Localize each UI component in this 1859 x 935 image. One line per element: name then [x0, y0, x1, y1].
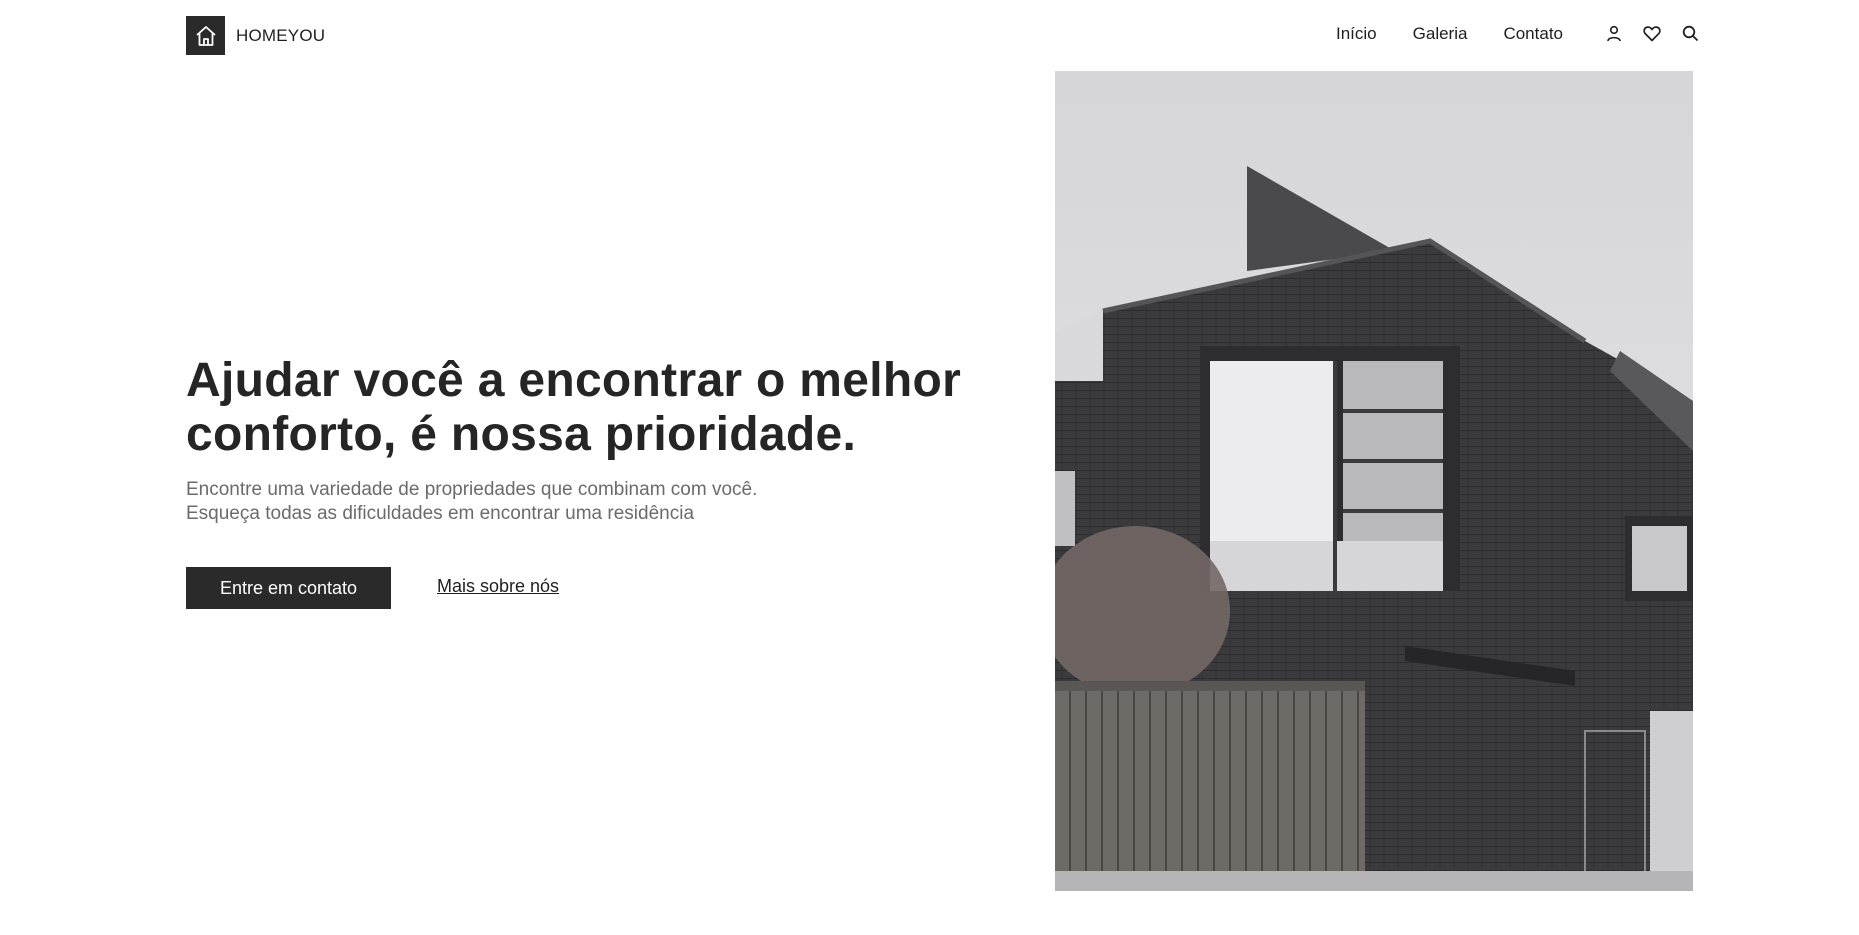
hero-subtitle: Encontre uma variedade de propriedades q… [186, 479, 758, 524]
house-icon [186, 16, 225, 55]
hero-title: Ajudar você a encontrar o melhor confort… [186, 354, 962, 461]
user-icon[interactable] [1604, 23, 1624, 43]
brand-name: HOMEYOU [236, 25, 326, 45]
heart-icon[interactable] [1642, 23, 1662, 43]
contact-button[interactable]: Entre em contato [186, 567, 391, 609]
nav-icons [1604, 23, 1700, 43]
main-nav: Início Galeria Contato [1336, 24, 1563, 44]
about-link[interactable]: Mais sobre nós [437, 576, 559, 597]
brand-logo[interactable]: HOMEYOU [186, 16, 325, 55]
nav-link-contato[interactable]: Contato [1503, 24, 1563, 44]
nav-link-galeria[interactable]: Galeria [1413, 24, 1468, 44]
hero-house-photo [1055, 71, 1693, 891]
nav-link-inicio[interactable]: Início [1336, 24, 1377, 44]
search-icon[interactable] [1680, 23, 1700, 43]
